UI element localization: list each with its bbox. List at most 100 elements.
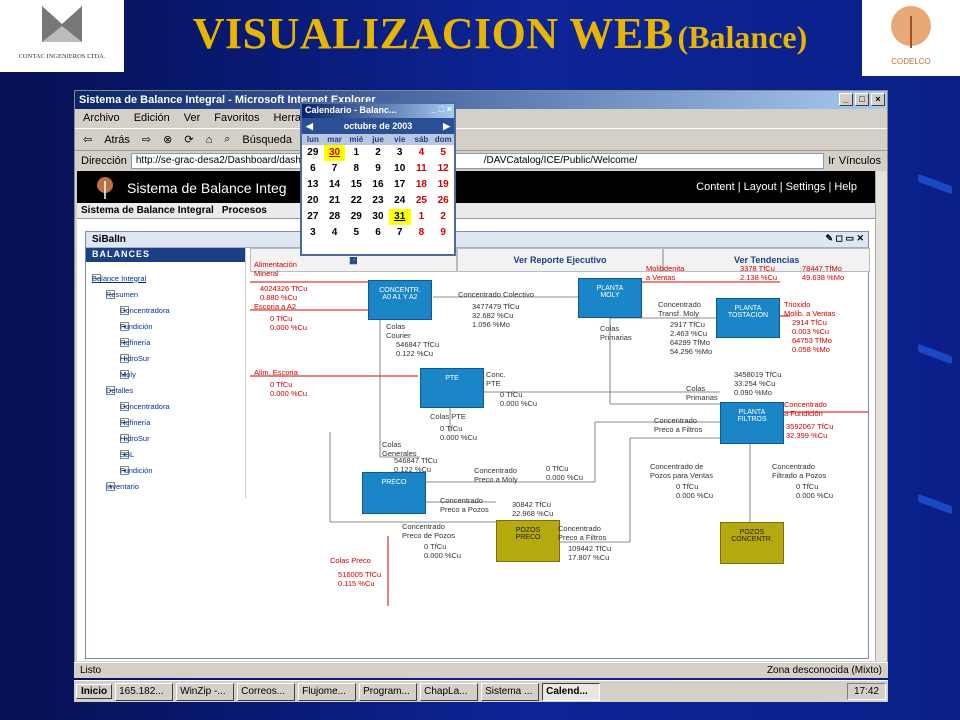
maximize-button[interactable]: □ (855, 93, 869, 106)
calendar-day[interactable]: 17 (389, 177, 411, 193)
tree-item[interactable]: + HidroSur (86, 430, 245, 446)
tree-item[interactable]: + Refinería (86, 334, 245, 350)
calendar-day[interactable]: 29 (302, 145, 324, 161)
menu-archivo[interactable]: Archivo (83, 112, 120, 125)
tree-item[interactable]: + Inventario (86, 478, 245, 494)
calendar-day[interactable]: 23 (367, 193, 389, 209)
menu-edicion[interactable]: Edición (134, 112, 170, 125)
tree-item[interactable]: + Moly (86, 366, 245, 382)
calendar-day[interactable]: 5 (345, 225, 367, 241)
tree-item-label[interactable]: HidroSur (120, 354, 150, 363)
calendar-day[interactable]: 6 (367, 225, 389, 241)
calendar-day[interactable]: 12 (432, 161, 454, 177)
tree-item[interactable]: − Balance Integral (86, 270, 245, 286)
calendar-day[interactable]: 20 (302, 193, 324, 209)
tab-procesos[interactable]: Procesos (222, 205, 267, 216)
tab-reporte-ejecutivo[interactable]: Ver Reporte Ejecutivo (456, 248, 664, 272)
calendar-day[interactable]: 24 (389, 193, 411, 209)
prev-month-icon[interactable]: ◀ (306, 118, 313, 134)
tree-item-label[interactable]: Fundición (120, 322, 153, 331)
calendar-day[interactable]: 14 (324, 177, 346, 193)
taskbar-task[interactable]: Sistema ... (481, 682, 540, 701)
search-button[interactable]: Búsqueda (242, 134, 292, 146)
calendar-day[interactable]: 4 (411, 145, 433, 161)
address-input[interactable]: http://se-grac-desa2/Dashboard/dashboar … (130, 153, 825, 169)
tree-item[interactable]: + Fundición (86, 318, 245, 334)
forward-arrow-icon[interactable]: ⇨ (142, 133, 151, 146)
calendar-day[interactable]: 25 (411, 193, 433, 209)
box-pozos-concentr[interactable]: POZOS CONCENTR. (720, 522, 784, 564)
calendar-day[interactable]: 8 (345, 161, 367, 177)
calendar-day[interactable]: 16 (367, 177, 389, 193)
tree-item[interactable]: + Concentradora (86, 302, 245, 318)
tree-item-label[interactable]: SBL (120, 450, 134, 459)
tree-item-label[interactable]: Concentradora (120, 306, 170, 315)
menu-ver[interactable]: Ver (184, 112, 201, 125)
box-planta-moly[interactable]: PLANTA MOLY (578, 278, 642, 318)
tree-item-label[interactable]: Moly (120, 370, 136, 379)
go-button[interactable]: Ir (828, 155, 835, 167)
box-concentrador[interactable]: CONCENTR. A0 A1 Y A2 (368, 280, 432, 320)
calendar-day[interactable]: 19 (432, 177, 454, 193)
tree-item-label[interactable]: Fundición (120, 466, 153, 475)
close-button[interactable]: × (871, 93, 885, 106)
tree-item[interactable]: − Detalles (86, 382, 245, 398)
calendar-day[interactable]: 2 (432, 209, 454, 225)
stop-icon[interactable]: ⊗ (163, 133, 172, 146)
calendar-day[interactable]: 26 (432, 193, 454, 209)
calendar-day[interactable]: 30 (323, 145, 346, 161)
calendar-day[interactable]: 3 (302, 225, 324, 241)
tree-item-label[interactable]: Inventario (106, 482, 139, 491)
calendar-day[interactable]: 8 (411, 225, 433, 241)
app-nav[interactable]: Content | Layout | Settings | Help (696, 181, 857, 193)
calendar-day[interactable]: 28 (324, 209, 346, 225)
calendar-day[interactable]: 11 (411, 161, 433, 177)
taskbar-task[interactable]: ChapLa... (420, 682, 479, 701)
calendar-day[interactable]: 31 (388, 209, 411, 225)
calendar-day[interactable]: 7 (389, 225, 411, 241)
calendar-day[interactable]: 5 (432, 145, 454, 161)
tree-item-label[interactable]: Detalles (106, 386, 133, 395)
tree-item-label[interactable]: Refinería (120, 338, 150, 347)
calendar-day[interactable]: 29 (345, 209, 367, 225)
tree-item[interactable]: − Resumen (86, 286, 245, 302)
tree-item-label[interactable]: Refinería (120, 418, 150, 427)
portlet-controls-icon[interactable]: ✎ ◻ ▭ ✕ (825, 233, 864, 244)
taskbar-task[interactable]: Calend... (542, 682, 601, 701)
tree-item[interactable]: + SBL (86, 446, 245, 462)
calendar-day[interactable]: 7 (324, 161, 346, 177)
box-planta-tostacion[interactable]: PLANTA TOSTACION (716, 298, 780, 338)
calendar-day[interactable]: 1 (411, 209, 433, 225)
calendar-day[interactable]: 27 (302, 209, 324, 225)
tree-item-label[interactable]: Resumen (106, 290, 138, 299)
calendar-day[interactable]: 21 (324, 193, 346, 209)
tree-item[interactable]: + Fundición (86, 462, 245, 478)
calendar-day[interactable]: 18 (411, 177, 433, 193)
box-preco[interactable]: PRECO (362, 472, 426, 514)
taskbar-task[interactable]: Correos... (237, 682, 296, 701)
tree-item-label[interactable]: HidroSur (120, 434, 150, 443)
calendar-day[interactable]: 3 (389, 145, 411, 161)
calendar-window-controls-icon[interactable]: _ □ × (431, 104, 452, 114)
back-button[interactable]: Atrás (104, 134, 130, 146)
box-pte[interactable]: PTE (420, 368, 484, 408)
taskbar-task[interactable]: WinZip -... (176, 682, 235, 701)
calendar-day[interactable]: 22 (345, 193, 367, 209)
calendar-day[interactable]: 30 (367, 209, 389, 225)
tree-item[interactable]: + Concentradora (86, 398, 245, 414)
start-button[interactable]: Inicio (76, 684, 113, 699)
tree-item[interactable]: + Refinería (86, 414, 245, 430)
next-month-icon[interactable]: ▶ (443, 118, 450, 134)
refresh-icon[interactable]: ⟳ (184, 133, 193, 146)
calendar-day[interactable]: 6 (302, 161, 324, 177)
tree-item-label[interactable]: Concentradora (120, 402, 170, 411)
tree-item-label[interactable]: Balance Integral (92, 274, 146, 283)
calendar-day[interactable]: 15 (345, 177, 367, 193)
box-pozos-preco[interactable]: POZOS PRECO (496, 520, 560, 562)
home-icon[interactable]: ⌂ (206, 134, 213, 146)
links-label[interactable]: Vínculos (839, 155, 881, 167)
calendar-day[interactable]: 9 (367, 161, 389, 177)
calendar-day[interactable]: 4 (324, 225, 346, 241)
tab-sistema[interactable]: Sistema de Balance Integral (81, 205, 214, 216)
taskbar-task[interactable]: Program... (359, 682, 418, 701)
